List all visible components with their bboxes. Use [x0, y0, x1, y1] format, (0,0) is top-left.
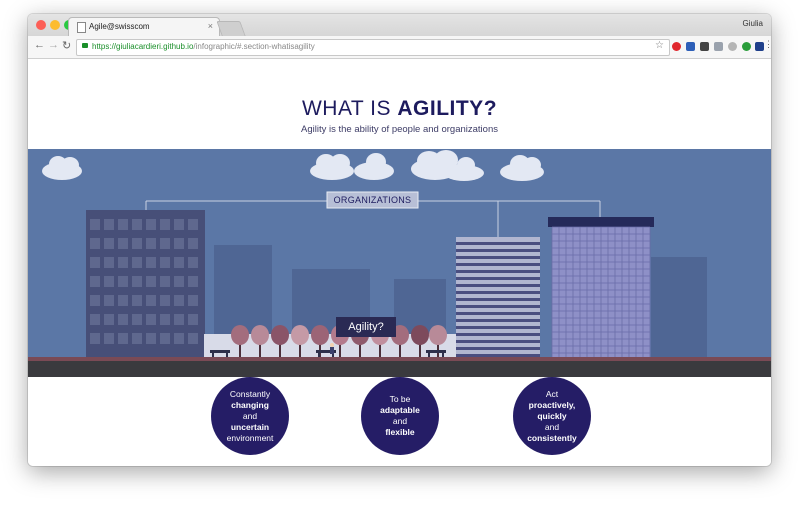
browser-toolbar: ← → ↻ https://giuliacardieri.github.io/i… — [28, 36, 771, 59]
road — [28, 361, 771, 377]
browser-window: Agile@swisscom × Giulia ← → ↻ https://gi… — [28, 14, 771, 466]
address-bar[interactable]: https://giuliacardieri.github.io/infogra… — [76, 39, 670, 56]
tab-bar: Agile@swisscom × Giulia — [28, 14, 771, 37]
new-tab-button[interactable] — [216, 21, 246, 36]
cloud-extension-icon[interactable] — [728, 42, 737, 51]
notes-extension-icon[interactable] — [714, 42, 723, 51]
circle-changing-environment: Constantly changing and uncertain enviro… — [211, 377, 289, 455]
info-extension-icon[interactable] — [686, 42, 695, 51]
tree-icon — [429, 325, 447, 345]
browser-tab[interactable]: Agile@swisscom × — [68, 17, 220, 37]
profile-name[interactable]: Giulia — [743, 19, 763, 28]
url-host: https://giuliacardieri.github.io — [92, 42, 194, 51]
tree-icon — [311, 325, 329, 345]
circle-adaptable-flexible: To be adaptable and flexible — [361, 377, 439, 455]
page-subtitle: Agility is the ability of people and org… — [301, 124, 498, 135]
menu-dots-icon[interactable]: ⋮ — [764, 39, 771, 50]
tree-icon — [411, 325, 429, 345]
back-arrow-icon[interactable]: ← — [34, 39, 45, 51]
tab-close-icon[interactable]: × — [208, 21, 213, 31]
url-path: /infographic/#.section-whatisagility — [193, 42, 315, 51]
agility-label: Agility? — [348, 321, 384, 333]
page-icon — [77, 22, 86, 33]
tree-icon — [231, 325, 249, 345]
city-illustration — [28, 149, 771, 377]
pocket-extension-icon[interactable] — [700, 42, 709, 51]
drive-extension-icon[interactable] — [755, 42, 764, 51]
tree-icon — [271, 325, 289, 345]
minimize-window-button[interactable] — [50, 20, 60, 30]
close-window-button[interactable] — [36, 20, 46, 30]
organizations-label: ORGANIZATIONS — [333, 195, 412, 205]
page-title: WHAT IS AGILITY? — [301, 97, 498, 120]
tree-icon — [291, 325, 309, 345]
reload-icon[interactable]: ↻ — [62, 39, 71, 52]
grammar-extension-icon[interactable] — [742, 42, 751, 51]
bookmark-star-icon[interactable]: ☆ — [655, 40, 664, 51]
forward-arrow-icon[interactable]: → — [48, 39, 59, 51]
secure-lock-icon — [82, 43, 88, 48]
office-building — [86, 210, 205, 361]
opera-extension-icon[interactable] — [672, 42, 681, 51]
tab-title: Agile@swisscom — [89, 22, 150, 31]
web-page: WHAT IS AGILITY? Agility is the ability … — [28, 59, 771, 466]
tree-icon — [251, 325, 269, 345]
circle-act-proactively: Act proactively, quickly and consistentl… — [513, 377, 591, 455]
